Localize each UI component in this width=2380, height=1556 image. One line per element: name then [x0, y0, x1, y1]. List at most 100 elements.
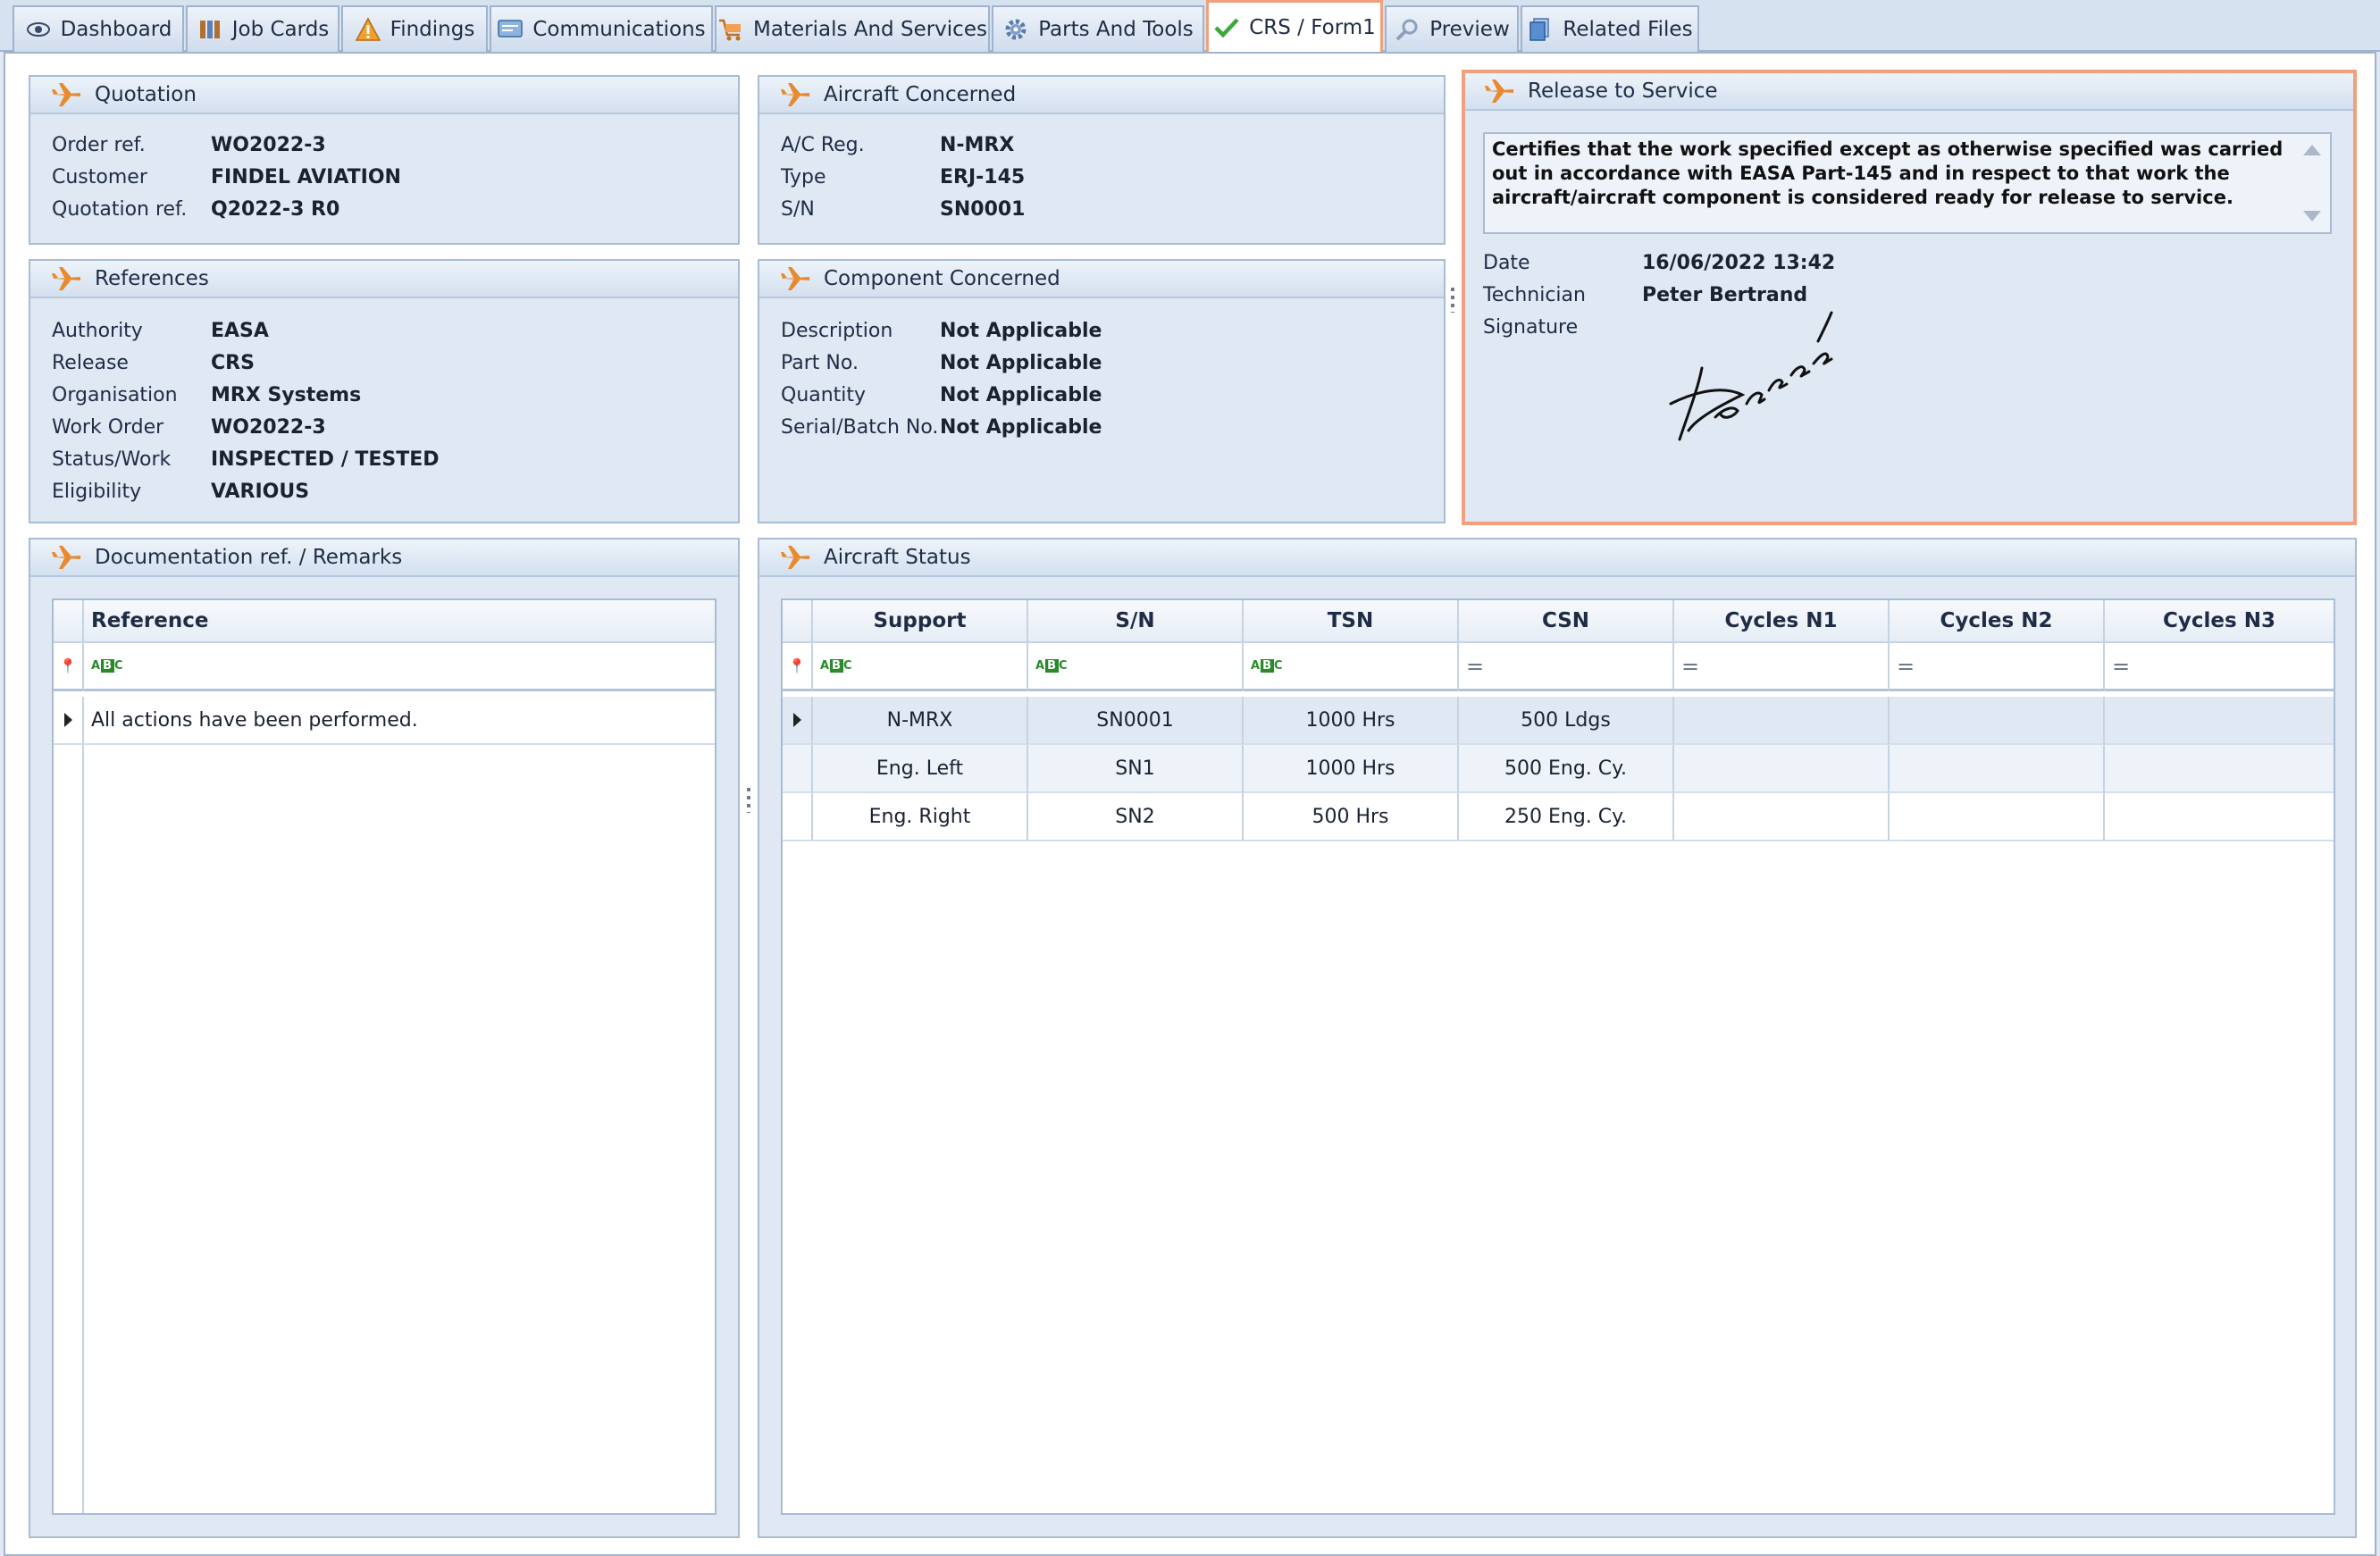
- aircraft-status-grid: Support S/N TSN CSN Cycles N1 Cycles N2 …: [781, 598, 2335, 1515]
- field-value: MRX Systems: [211, 384, 362, 406]
- airplane-icon: [781, 83, 809, 106]
- support-cell[interactable]: Eng. Left: [813, 745, 1028, 793]
- tsn-cell[interactable]: 500 Hrs: [1244, 793, 1459, 841]
- support-cell[interactable]: Eng. Right: [813, 793, 1028, 841]
- tab-parts-and-tools[interactable]: Parts And Tools: [992, 5, 1204, 52]
- cycles-n1-cell[interactable]: [1674, 697, 1890, 745]
- column-header-sn[interactable]: S/N: [1028, 600, 1244, 643]
- cycles-n2-cell[interactable]: [1890, 697, 2105, 745]
- reference-filter-input[interactable]: ABC: [84, 643, 715, 691]
- row-indicator[interactable]: [783, 793, 813, 841]
- cycles-n3-cell[interactable]: [2105, 697, 2334, 745]
- tab-label: Materials And Services: [753, 18, 987, 41]
- field-value: EASA: [211, 320, 269, 342]
- tab-preview[interactable]: Preview: [1385, 5, 1519, 52]
- cycles-n2-filter-input[interactable]: =: [1890, 643, 2105, 691]
- sn-filter-input[interactable]: ABC: [1028, 643, 1244, 691]
- scroll-down-arrow[interactable]: [2303, 211, 2321, 222]
- cycles-n3-cell[interactable]: [2105, 745, 2334, 793]
- tsn-cell[interactable]: 1000 Hrs: [1244, 697, 1459, 745]
- magnifier-icon: [1394, 16, 1420, 43]
- column-header-csn[interactable]: CSN: [1459, 600, 1674, 643]
- column-header-support[interactable]: Support: [813, 600, 1028, 643]
- tab-communications[interactable]: Communications: [490, 5, 713, 52]
- field-value: WO2022-3: [211, 134, 326, 156]
- tab-findings[interactable]: Findings: [341, 5, 488, 52]
- cycles-n2-cell[interactable]: [1890, 793, 2105, 841]
- field-label: Technician: [1483, 284, 1586, 306]
- tab-label: Communications: [532, 18, 706, 41]
- job-cards-icon: [197, 16, 223, 43]
- row-indicator[interactable]: [783, 697, 813, 745]
- cycles-n2-cell[interactable]: [1890, 745, 2105, 793]
- filter-row-indicator: 📍: [54, 643, 84, 691]
- csn-cell[interactable]: 500 Eng. Cy.: [1459, 745, 1674, 793]
- equals-filter-icon: =: [1897, 653, 1915, 679]
- release-statement-box[interactable]: Certifies that the work specified except…: [1483, 132, 2332, 234]
- field-label: S/N: [781, 198, 815, 221]
- field-value: VARIOUS: [211, 481, 310, 503]
- cell-text: Eng. Right: [868, 805, 971, 828]
- cycles-n1-cell[interactable]: [1674, 745, 1890, 793]
- sn-cell[interactable]: SN1: [1028, 745, 1244, 793]
- communications-icon: [497, 16, 524, 43]
- release-row: Release CRS: [52, 352, 731, 377]
- splitter-handle[interactable]: [1451, 288, 1454, 313]
- cell-text: 500 Hrs: [1312, 805, 1389, 828]
- filter-row-indicator: 📍: [783, 643, 813, 691]
- field-label: Work Order: [52, 416, 164, 439]
- csn-cell[interactable]: 250 Eng. Cy.: [1459, 793, 1674, 841]
- cell-text: 500 Eng. Cy.: [1504, 757, 1628, 780]
- reference-cell[interactable]: All actions have been performed.: [84, 697, 715, 745]
- tab-related-files[interactable]: Related Files: [1521, 5, 1699, 52]
- panel-title: References: [95, 267, 209, 290]
- csn-cell[interactable]: 500 Ldgs: [1459, 697, 1674, 745]
- field-label: Serial/Batch No.: [781, 416, 939, 439]
- text-filter-icon: ABC: [1035, 659, 1068, 673]
- panel-header: Quotation: [30, 77, 738, 114]
- support-cell[interactable]: N-MRX: [813, 697, 1028, 745]
- field-value: FINDEL AVIATION: [211, 166, 401, 188]
- part-no-row: Part No. Not Applicable: [781, 352, 1433, 377]
- field-label: Organisation: [52, 384, 178, 406]
- support-filter-input[interactable]: ABC: [813, 643, 1028, 691]
- signature-row: Signature: [1483, 316, 2287, 341]
- scroll-up-arrow[interactable]: [2303, 145, 2321, 155]
- order-ref-row: Order ref. WO2022-3: [52, 134, 731, 159]
- field-label: Part No.: [781, 352, 859, 374]
- column-header-cycles-n3[interactable]: Cycles N3: [2105, 600, 2334, 643]
- tab-crs-form1[interactable]: CRS / Form1: [1206, 0, 1383, 52]
- equals-filter-icon: =: [1681, 653, 1700, 679]
- cycles-n3-cell[interactable]: [2105, 793, 2334, 841]
- cycles-n1-filter-input[interactable]: =: [1674, 643, 1890, 691]
- field-value: Not Applicable: [940, 416, 1102, 439]
- field-value: Not Applicable: [940, 320, 1102, 342]
- tsn-cell[interactable]: 1000 Hrs: [1244, 745, 1459, 793]
- tab-dashboard[interactable]: Dashboard: [13, 5, 184, 52]
- files-icon: [1527, 16, 1554, 43]
- sn-cell[interactable]: SN0001: [1028, 697, 1244, 745]
- tab-materials-and-services[interactable]: Materials And Services: [715, 5, 990, 52]
- tsn-filter-input[interactable]: ABC: [1244, 643, 1459, 691]
- column-header-tsn[interactable]: TSN: [1244, 600, 1459, 643]
- column-header-cycles-n2[interactable]: Cycles N2: [1890, 600, 2105, 643]
- row-indicator-column: [54, 745, 84, 1513]
- csn-filter-input[interactable]: =: [1459, 643, 1674, 691]
- customer-row: Customer FINDEL AVIATION: [52, 166, 731, 191]
- documentation-grid: Reference 📍 ABC All actions have been pe…: [52, 598, 717, 1515]
- panel-header: Aircraft Status: [759, 540, 2355, 577]
- column-header-label: Cycles N3: [2163, 609, 2275, 632]
- column-header-cycles-n1[interactable]: Cycles N1: [1674, 600, 1890, 643]
- column-header-reference[interactable]: Reference: [84, 600, 715, 643]
- column-header-label: Cycles N1: [1724, 609, 1838, 632]
- text-filter-icon: ABC: [91, 659, 124, 673]
- cycles-n1-cell[interactable]: [1674, 793, 1890, 841]
- tab-label: Preview: [1429, 18, 1510, 41]
- tab-job-cards[interactable]: Job Cards: [186, 5, 339, 52]
- splitter-handle[interactable]: [747, 788, 750, 813]
- cell-text: Eng. Left: [876, 757, 964, 780]
- sn-cell[interactable]: SN2: [1028, 793, 1244, 841]
- cycles-n3-filter-input[interactable]: =: [2105, 643, 2334, 691]
- row-indicator[interactable]: [783, 745, 813, 793]
- row-indicator[interactable]: [54, 697, 84, 745]
